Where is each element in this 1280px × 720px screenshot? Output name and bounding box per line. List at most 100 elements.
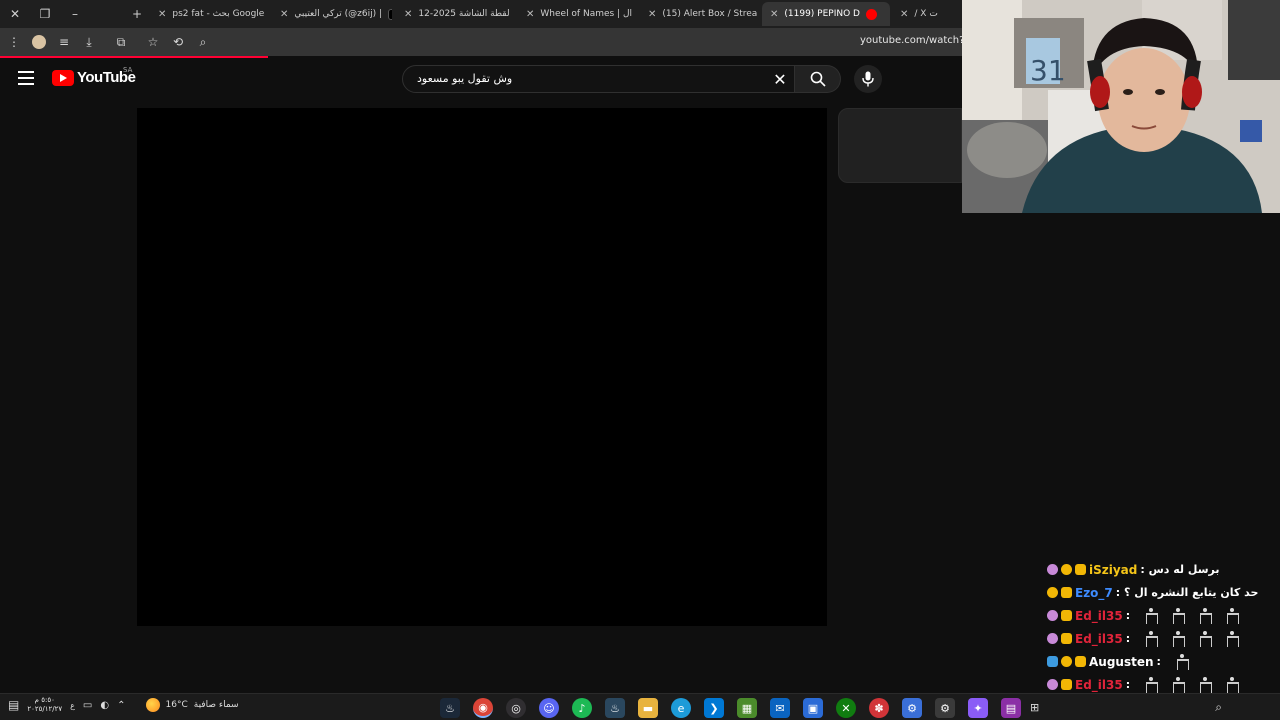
badge-icon xyxy=(1047,633,1058,644)
crown-badge-icon xyxy=(1075,564,1086,575)
tiktok-icon xyxy=(387,8,392,20)
outlook-icon[interactable]: ✉ xyxy=(770,698,790,718)
close-tab-icon[interactable]: ✕ xyxy=(404,9,412,20)
dancing-emote-icon xyxy=(1199,607,1213,624)
taskbar-apps: ♨ ◉ ◎ ☺ ♪ ♨ ▬ e ❯ ▦ ✉ ▣ ✕ ✽ ⚙ ⚙ ✦ ▤ xyxy=(440,698,1021,718)
taskbar-left: ▤ ٥:٥٠ م ٢٠٢٥/١٢/٢٧ ع ▭ ◐ ⌃ 16°C سماء صا… xyxy=(8,696,239,714)
close-tab-icon[interactable]: ✕ xyxy=(770,9,778,20)
close-tab-icon[interactable]: ✕ xyxy=(648,9,656,20)
kebab-menu-icon[interactable]: ⋮ xyxy=(3,31,25,53)
windows-taskbar: ▤ ٥:٥٠ م ٢٠٢٥/١٢/٢٧ ع ▭ ◐ ⌃ 16°C سماء صا… xyxy=(0,693,1280,720)
close-window-icon[interactable]: ✕ xyxy=(0,0,30,28)
folder-icon[interactable]: ▬ xyxy=(638,698,658,718)
clock[interactable]: ٥:٥٠ م ٢٠٢٥/١٢/٢٧ xyxy=(27,696,62,714)
youtube-header: YouTube SA وش تقول يبو مسعود ✕ xyxy=(0,58,962,100)
tab-6-active[interactable]: ✕ (1199) PEPINO D xyxy=(762,2,890,26)
close-tab-icon[interactable]: ✕ xyxy=(900,9,908,20)
dancing-emote-icon xyxy=(1145,630,1159,647)
webcam-overlay: 31 xyxy=(962,0,1280,213)
clear-search-icon[interactable]: ✕ xyxy=(770,69,790,89)
xbox-icon[interactable]: ✕ xyxy=(836,698,856,718)
chat-text: : xyxy=(1125,678,1131,691)
youtube-play-icon xyxy=(52,69,74,86)
close-tab-icon[interactable]: ✕ xyxy=(526,9,534,20)
close-tab-icon[interactable]: ✕ xyxy=(158,9,166,20)
app-blue-icon[interactable]: ⚙ xyxy=(902,698,922,718)
badge-icon xyxy=(1047,587,1058,598)
screen: ✕ ❐ – + ✕ ps2 fat - بحث Google ✕ تركي ال… xyxy=(0,0,1280,720)
sidebar-card-placeholder xyxy=(838,108,962,183)
chat-message: Ed_il35 : xyxy=(1044,604,1280,627)
profile-avatar-icon[interactable] xyxy=(28,31,50,53)
minimize-window-icon[interactable]: – xyxy=(60,0,90,28)
steam-icon[interactable]: ♨ xyxy=(440,698,460,718)
tab-7[interactable]: ✕ / X ت xyxy=(892,2,962,26)
tab-5[interactable]: ✕ (15) Alert Box / Strea xyxy=(640,2,758,26)
chat-text: برسل له دس : xyxy=(1140,563,1220,576)
dancing-emote-icon xyxy=(1145,607,1159,624)
translate-icon[interactable]: ⟲ xyxy=(167,31,189,53)
winrar-icon[interactable]: ▤ xyxy=(1001,698,1021,718)
minecraft-icon[interactable]: ▦ xyxy=(737,698,757,718)
chat-username: Ed_il35 xyxy=(1075,677,1123,692)
video-player[interactable] xyxy=(137,108,827,626)
vscode-icon[interactable]: ❯ xyxy=(704,698,724,718)
zoom-icon[interactable]: ⌕ xyxy=(192,31,214,53)
tab-title: (1199) PEPINO D xyxy=(784,9,860,19)
discord-icon[interactable]: ☺ xyxy=(539,698,559,718)
tab-1[interactable]: ✕ ps2 fat - بحث Google xyxy=(150,2,268,26)
crown-badge-icon xyxy=(1061,587,1072,598)
emote-icon xyxy=(1176,653,1189,670)
hamburger-menu-icon[interactable] xyxy=(18,71,34,85)
crown-badge-icon xyxy=(1075,656,1086,667)
task-view-icon[interactable]: ⊞ xyxy=(1030,701,1039,714)
search-input[interactable]: وش تقول يبو مسعود xyxy=(417,72,512,85)
notification-center-icon[interactable]: ▤ xyxy=(8,698,19,712)
network-icon[interactable]: ▭ xyxy=(83,700,92,711)
tab-title: ps2 fat - بحث Google xyxy=(172,9,265,19)
chrome-icon[interactable]: ◉ xyxy=(473,698,493,718)
tab-4[interactable]: ✕ Wheel of Names | ال xyxy=(518,2,636,26)
steam2-icon[interactable]: ♨ xyxy=(605,698,625,718)
dancing-emote-icon xyxy=(1172,607,1186,624)
dancing-emote-icon xyxy=(1172,676,1186,693)
spotify-icon[interactable]: ♪ xyxy=(572,698,592,718)
input-language[interactable]: ع xyxy=(70,701,75,710)
close-tab-icon[interactable]: ✕ xyxy=(280,9,288,20)
new-tab-icon[interactable]: + xyxy=(122,0,152,28)
weather-temperature: 16°C xyxy=(165,700,188,710)
download-icon[interactable]: ⤓ xyxy=(78,31,100,53)
dancing-emote-icon xyxy=(1226,630,1240,647)
chat-username: Ed_il35 xyxy=(1075,631,1123,646)
search-taskbar-icon[interactable]: ⌕ xyxy=(1215,700,1222,715)
voice-search-button[interactable] xyxy=(854,65,882,93)
chat-username: iSziyad xyxy=(1089,562,1138,577)
reading-list-icon[interactable]: ≡ xyxy=(53,31,75,53)
restore-window-icon[interactable]: ❐ xyxy=(30,0,60,28)
store-icon[interactable]: ▣ xyxy=(803,698,823,718)
badge-icon xyxy=(1047,610,1058,621)
tab-title: لقطة الشاشة 2025-12 xyxy=(418,9,510,19)
tab-title: Wheel of Names | ال xyxy=(540,9,633,19)
tab-2[interactable]: ✕ تركي العتيبي (@z6ij) | xyxy=(272,2,392,26)
search-box[interactable]: وش تقول يبو مسعود ✕ xyxy=(402,65,795,93)
crown-badge-icon xyxy=(1061,679,1072,690)
obs-icon[interactable]: ◎ xyxy=(506,698,526,718)
extensions-icon[interactable]: ⧉ xyxy=(110,31,132,53)
taskbar-right: ⊞ ⌕ xyxy=(1030,696,1280,718)
chat-text: : xyxy=(1125,632,1131,645)
bookmark-star-icon[interactable]: ☆ xyxy=(142,31,164,53)
chat-username: Ed_il35 xyxy=(1075,608,1123,623)
weather-widget[interactable]: 16°C سماء صافية xyxy=(145,698,239,712)
tab-3[interactable]: ✕ لقطة الشاشة 2025-12 xyxy=(396,2,514,26)
tray-overflow-icon[interactable]: ⌃ xyxy=(117,700,125,711)
app-red-icon[interactable]: ✽ xyxy=(869,698,889,718)
crown-badge-icon xyxy=(1061,610,1072,621)
edge-icon[interactable]: e xyxy=(671,698,691,718)
volume-icon[interactable]: ◐ xyxy=(100,700,109,711)
badge-icon xyxy=(1061,656,1072,667)
settings-icon[interactable]: ⚙ xyxy=(935,698,955,718)
search-button[interactable] xyxy=(795,65,841,93)
microphone-icon xyxy=(862,71,874,87)
copilot-icon[interactable]: ✦ xyxy=(968,698,988,718)
